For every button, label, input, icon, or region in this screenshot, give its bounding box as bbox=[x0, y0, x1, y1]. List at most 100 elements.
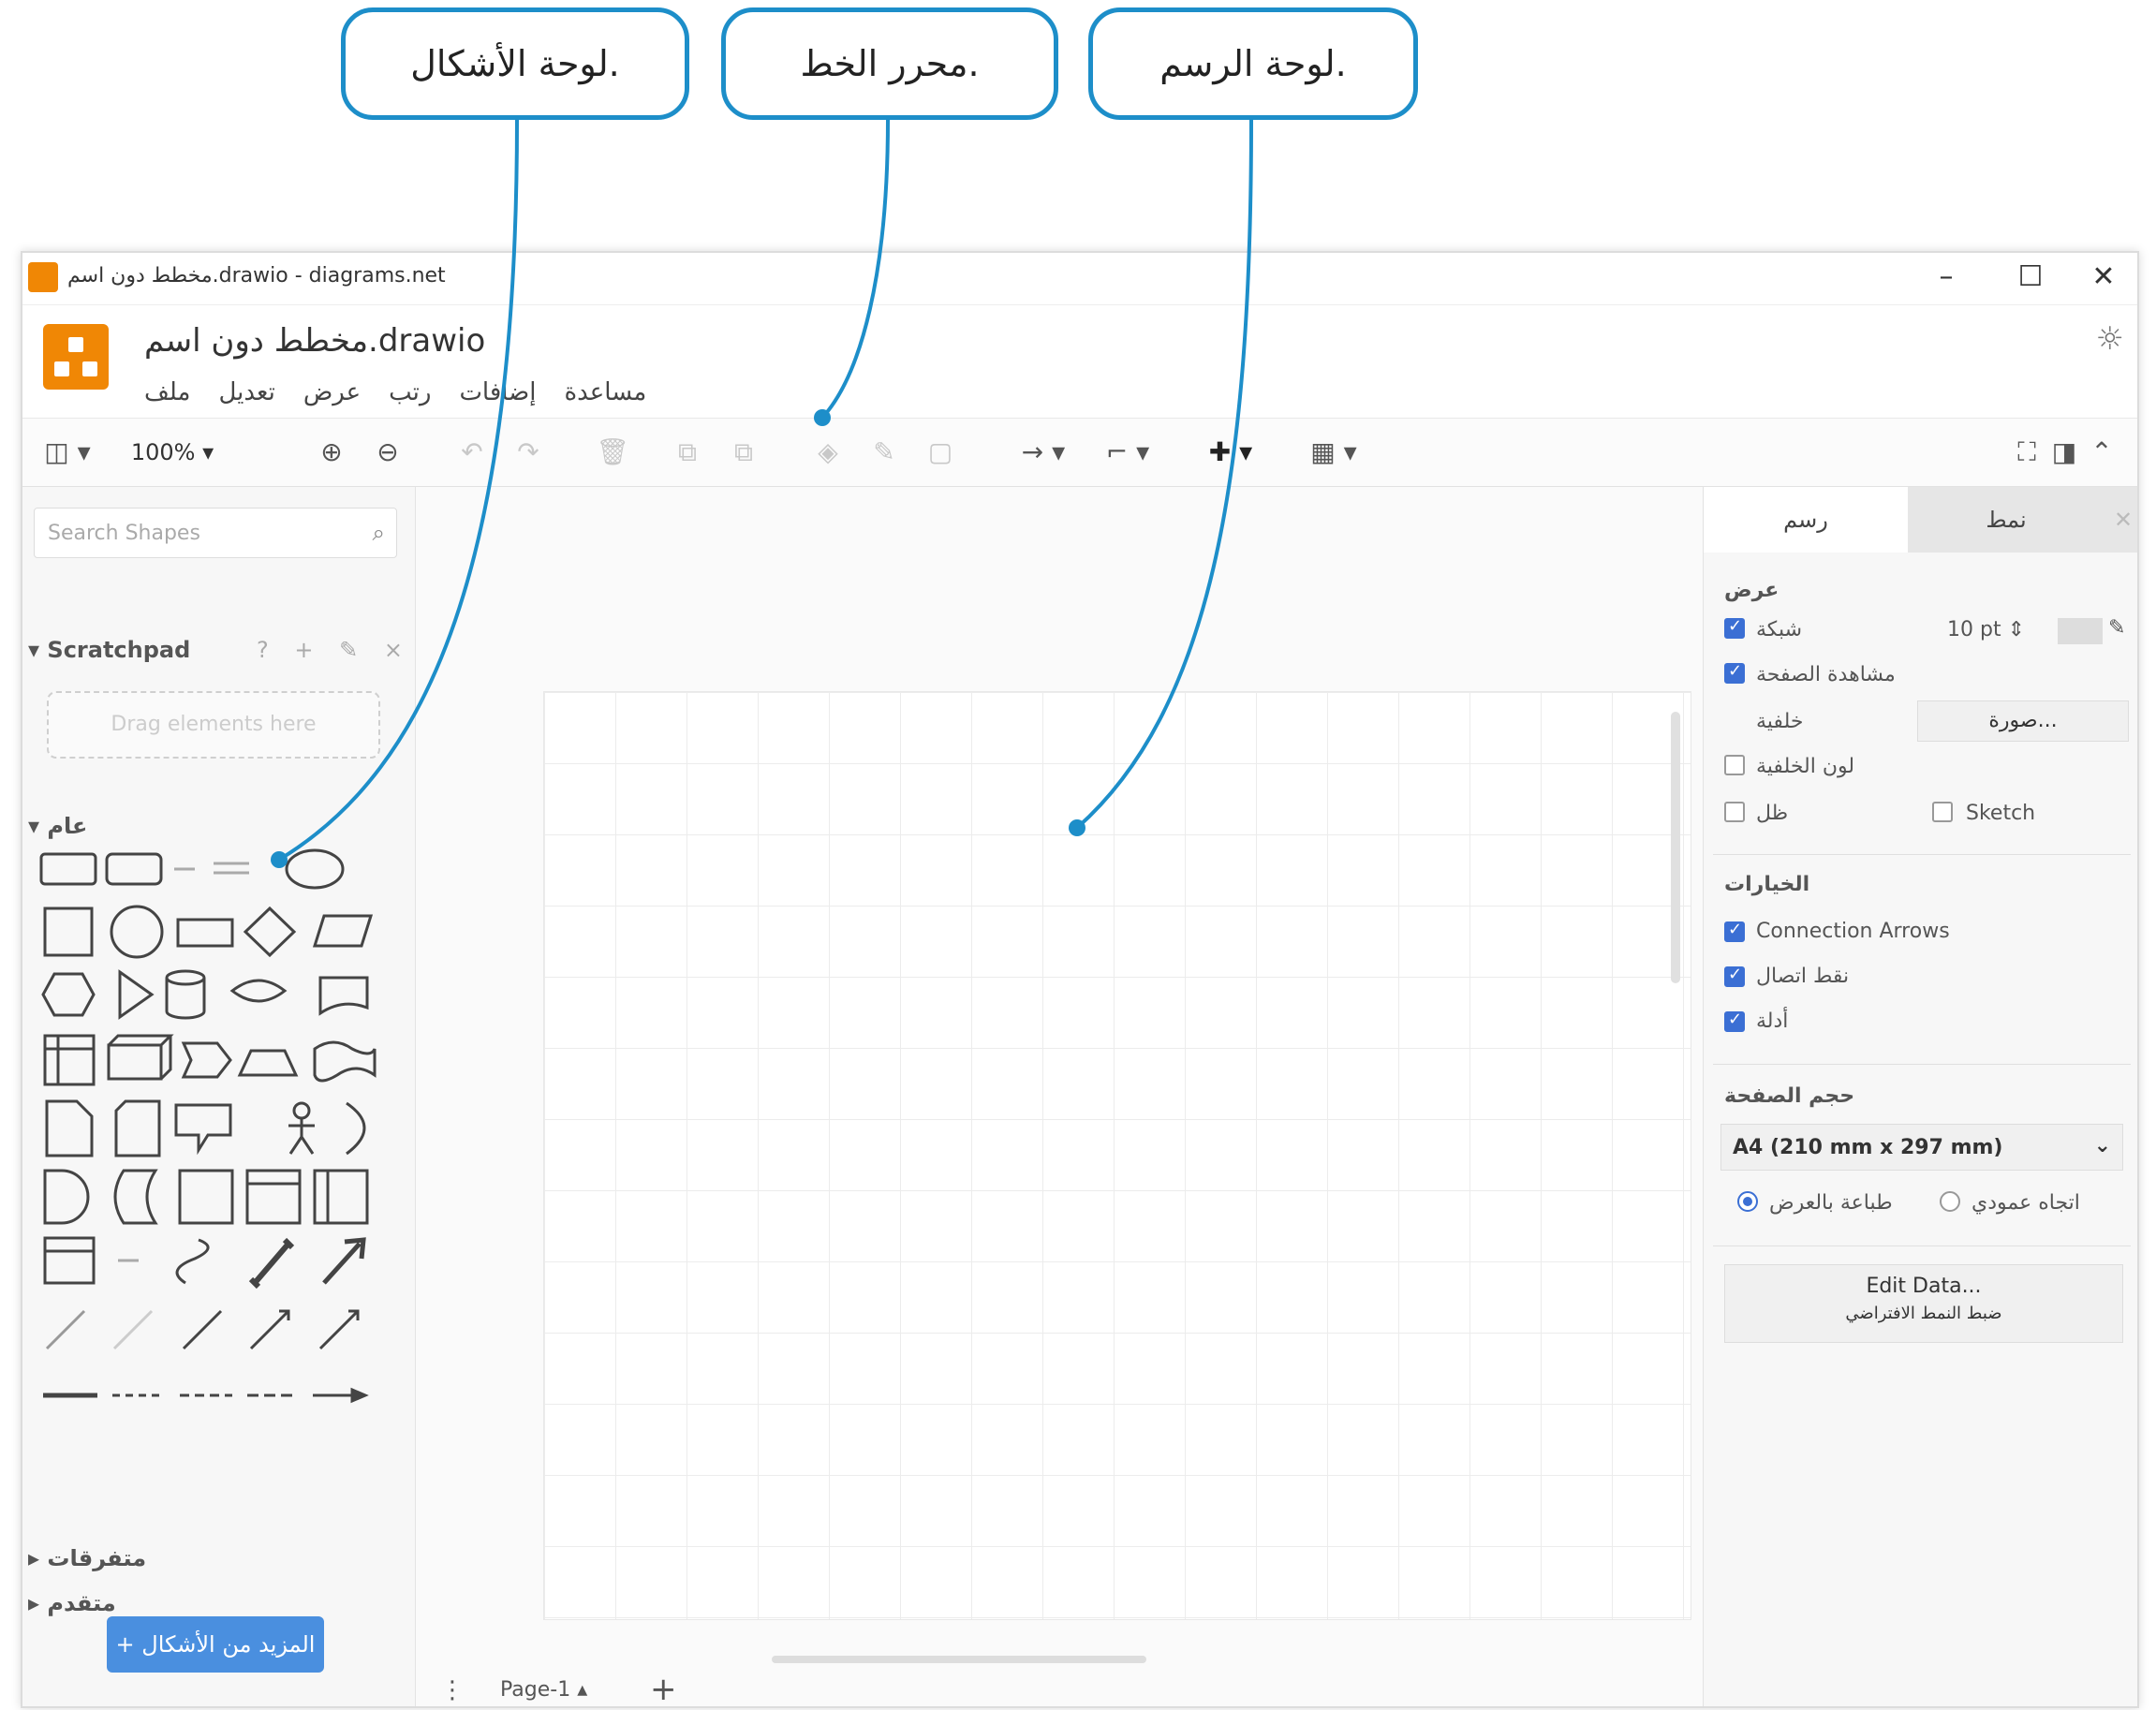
table-icon[interactable]: ▦ ▾ bbox=[1296, 432, 1371, 473]
menu-item-view[interactable]: عرض bbox=[303, 378, 361, 406]
pencil-icon[interactable]: ✎ bbox=[2108, 616, 2125, 640]
swimlane-shape bbox=[313, 1169, 369, 1225]
format-panel: رسم نمط ✕ عرض شبكة 10 pt ⇕ ✎ مشاهدة الصف… bbox=[1703, 487, 2137, 1706]
zoom-in-icon[interactable]: ⊕ bbox=[313, 432, 350, 473]
menu-item-file[interactable]: ملف bbox=[144, 378, 190, 406]
sun-icon[interactable]: ☼ bbox=[2096, 320, 2124, 358]
redo-icon[interactable]: ↷ bbox=[509, 432, 547, 473]
more-shapes-button[interactable]: + المزيد من الأشكال bbox=[107, 1616, 324, 1673]
connection-points-checkbox[interactable] bbox=[1724, 965, 1745, 987]
add-page-button[interactable]: + bbox=[650, 1671, 677, 1706]
advanced-section-header[interactable]: ▸ متقدم bbox=[28, 1590, 116, 1616]
layout-icon[interactable]: ◫ ▾ bbox=[39, 432, 96, 473]
grid-size-stepper[interactable]: 10 pt ⇕ bbox=[1947, 618, 2025, 641]
connection-arrows-label: Connection Arrows bbox=[1756, 920, 1950, 943]
collapse-icon[interactable]: ⌃ bbox=[2083, 432, 2120, 473]
format-panel-icon[interactable]: ◨ bbox=[2045, 432, 2083, 473]
shadow-icon[interactable]: ▢ bbox=[922, 432, 959, 473]
dashed-line-shape bbox=[112, 1309, 154, 1350]
undo-icon[interactable]: ↶ bbox=[453, 432, 491, 473]
app-window: مخطط دون اسم.drawio - diagrams.net – ☐ ✕… bbox=[21, 251, 2139, 1708]
circle-shape bbox=[110, 905, 164, 959]
landscape-radio[interactable] bbox=[1737, 1191, 1758, 1212]
menu-item-help[interactable]: مساعدة bbox=[565, 378, 647, 406]
horizontal-scrollbar[interactable] bbox=[772, 1656, 1146, 1663]
scratchpad-title: Scratchpad bbox=[47, 637, 191, 663]
portrait-radio[interactable] bbox=[1940, 1191, 1960, 1212]
search-shapes-input[interactable]: Search Shapes ⌕ bbox=[34, 508, 397, 558]
close-icon[interactable]: ✕ bbox=[2104, 487, 2137, 553]
zoom-out-icon[interactable]: ⊖ bbox=[369, 432, 406, 473]
background-label: خلفية bbox=[1756, 710, 1804, 733]
zoom-select[interactable]: 100% ▾ bbox=[116, 432, 229, 473]
maximize-button[interactable]: ☐ bbox=[2008, 258, 2053, 296]
advanced-title: متقدم bbox=[47, 1590, 116, 1616]
callout-shape bbox=[174, 1103, 232, 1156]
grid-color-swatch[interactable] bbox=[2058, 618, 2103, 644]
scratchpad-tools[interactable]: ? + ✎ × bbox=[257, 637, 412, 663]
tab-style[interactable]: نمط bbox=[1908, 487, 2104, 553]
parallelogram-shape bbox=[312, 914, 374, 948]
background-color-checkbox[interactable] bbox=[1724, 755, 1745, 775]
shadow-checkbox[interactable] bbox=[1724, 802, 1745, 822]
scratchpad-dropzone[interactable]: Drag elements here bbox=[47, 691, 380, 759]
connector-shape bbox=[318, 1309, 360, 1350]
tab-diagram[interactable]: رسم bbox=[1704, 487, 1908, 553]
callout-drawing-panel: لوحة الرسم. bbox=[1088, 7, 1418, 120]
fill-color-icon[interactable]: ◈ bbox=[809, 432, 847, 473]
link-shape bbox=[182, 1309, 223, 1350]
menu-item-edit[interactable]: تعديل bbox=[218, 378, 274, 406]
page-view-label: مشاهدة الصفحة bbox=[1756, 663, 1896, 686]
insert-icon[interactable]: ✚ ▾ bbox=[1193, 432, 1268, 473]
guides-checkbox[interactable] bbox=[1724, 1010, 1745, 1032]
paper-size-value: A4 (210 mm x 297 mm) bbox=[1733, 1136, 2003, 1159]
line-color-icon[interactable]: ✎ bbox=[865, 432, 903, 473]
menu-item-extras[interactable]: إضافات bbox=[459, 378, 536, 406]
waypoints-icon[interactable]: ⌐ ▾ bbox=[1090, 432, 1165, 473]
scratchpad-header[interactable]: ▾ Scratchpad bbox=[28, 637, 190, 663]
hexagon-shape bbox=[41, 972, 96, 1017]
connection-icon[interactable]: → ▾ bbox=[1006, 432, 1081, 473]
page-view-checkbox[interactable] bbox=[1724, 661, 1745, 684]
title-bar: مخطط دون اسم.drawio - diagrams.net – ☐ ✕ bbox=[22, 253, 2137, 305]
and-shape bbox=[43, 1169, 90, 1225]
shapes-panel: Search Shapes ⌕ ▾ Scratchpad ? + ✎ × Dra… bbox=[22, 487, 416, 1706]
general-shapes-grid[interactable] bbox=[34, 777, 405, 1508]
tab-page-1[interactable]: Page-1 ▴ bbox=[500, 1678, 587, 1702]
menu-bar: ملف تعديل عرض رتب إضافات مساعدة bbox=[144, 378, 646, 406]
search-placeholder: Search Shapes bbox=[48, 522, 200, 545]
drawing-canvas[interactable]: ⋮ Page-1 ▴ + bbox=[416, 487, 1703, 1706]
internal-storage-shape bbox=[43, 1034, 96, 1086]
process-shape bbox=[176, 918, 234, 948]
shadow-label: ظل bbox=[1756, 802, 1789, 825]
step-shape bbox=[181, 1041, 232, 1079]
canvas-grid-page[interactable] bbox=[543, 691, 1691, 1620]
vertical-scrollbar[interactable] bbox=[1671, 712, 1680, 983]
callout-font-editor: محرر الخط. bbox=[721, 7, 1058, 120]
sketch-label: Sketch bbox=[1966, 802, 2036, 825]
search-icon[interactable]: ⌕ bbox=[373, 520, 385, 546]
file-name[interactable]: مخطط دون اسم.drawio bbox=[144, 322, 485, 360]
vertical-dots-icon[interactable]: ⋮ bbox=[440, 1676, 465, 1704]
misc-section-header[interactable]: ▸ متفرقات bbox=[28, 1545, 146, 1571]
grid-checkbox[interactable] bbox=[1724, 616, 1745, 639]
zoom-value: 100% bbox=[130, 439, 196, 465]
document-shape bbox=[318, 976, 369, 1016]
to-back-icon[interactable]: ⧉ bbox=[725, 432, 762, 473]
delete-icon[interactable]: 🗑 bbox=[594, 432, 631, 473]
close-button[interactable]: ✕ bbox=[2081, 258, 2126, 296]
minimize-button[interactable]: – bbox=[1924, 258, 1969, 296]
app-header: مخطط دون اسم.drawio ملف تعديل عرض رتب إض… bbox=[22, 305, 2137, 418]
to-front-icon[interactable]: ⧉ bbox=[669, 432, 706, 473]
fullscreen-icon[interactable]: ⛶ bbox=[2008, 432, 2045, 473]
rounded-rectangle-shape bbox=[39, 852, 97, 886]
menu-item-arrange[interactable]: رتب bbox=[389, 378, 431, 406]
cube-shape bbox=[107, 1043, 163, 1081]
sketch-checkbox[interactable] bbox=[1932, 802, 1953, 822]
grid-size-value: 10 pt bbox=[1947, 618, 2001, 641]
connection-arrows-checkbox[interactable] bbox=[1724, 920, 1745, 942]
edit-data-button[interactable]: Edit Data... ضبط النمط الافتراضي bbox=[1724, 1264, 2123, 1343]
paper-size-select[interactable]: A4 (210 mm x 297 mm) ⌄ bbox=[1720, 1124, 2123, 1171]
background-color-label: لون الخلفية bbox=[1756, 755, 1855, 778]
image-button[interactable]: صورة... bbox=[1917, 700, 2129, 742]
